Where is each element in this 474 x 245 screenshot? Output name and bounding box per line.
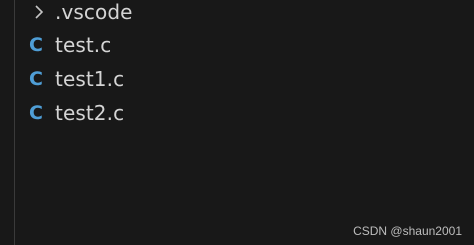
tree-item-vscode-folder[interactable]: .vscode <box>0 0 474 29</box>
tree-item-test2-c[interactable]: C test2.c <box>0 96 474 130</box>
c-file-icon: C <box>29 102 43 124</box>
file-label: test1.c <box>55 67 125 91</box>
folder-label: .vscode <box>55 0 133 24</box>
c-file-icon: C <box>29 34 43 56</box>
tree-item-test-c[interactable]: C test.c <box>0 28 474 62</box>
chevron-right-icon[interactable] <box>31 0 47 29</box>
c-file-icon: C <box>29 68 43 90</box>
watermark-text: CSDN @shaun2001 <box>353 224 462 238</box>
tree-item-test1-c[interactable]: C test1.c <box>0 62 474 96</box>
file-label: test2.c <box>55 101 125 125</box>
file-label: test.c <box>55 33 112 57</box>
